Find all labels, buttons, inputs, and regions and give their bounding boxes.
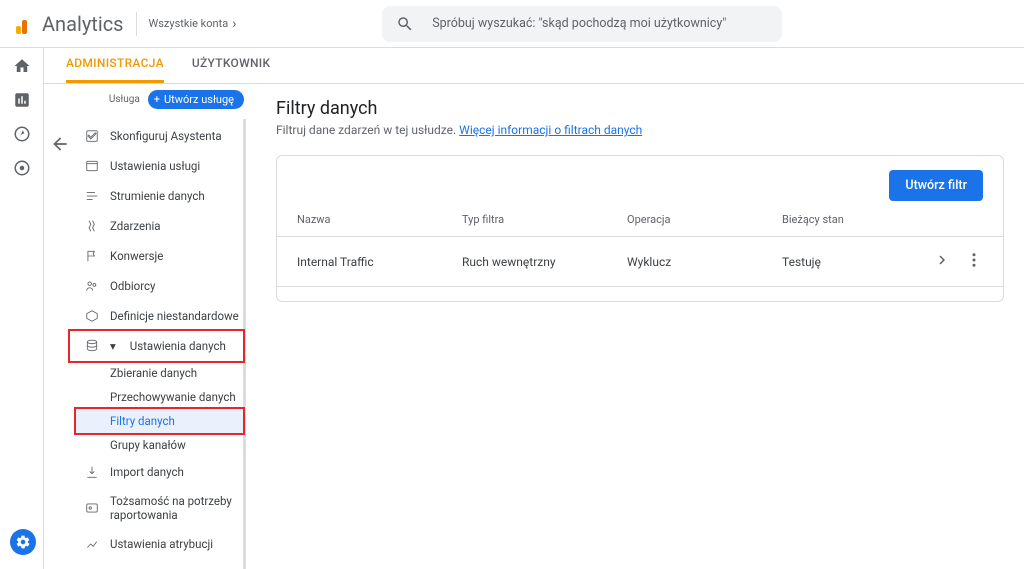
sidebar-item-reporting-identity[interactable]: Tożsamość na potrzeby raportowania	[76, 487, 243, 529]
search-placeholder: Spróbuj wyszukać: "skąd pochodzą moi uży…	[432, 16, 726, 31]
home-icon[interactable]	[12, 56, 32, 76]
col-name: Nazwa	[297, 213, 462, 226]
create-filter-button[interactable]: Utwórz filtr	[889, 170, 983, 201]
sidebar-sub-data-retention[interactable]: Przechowywanie danych	[76, 385, 243, 409]
main-area: ADMINISTRACJA UŻYTKOWNIK Usługa + Utwórz…	[44, 48, 1024, 569]
filters-card: Utwórz filtr Nazwa Typ filtra Operacja B…	[276, 155, 1004, 302]
cell-state: Testuję	[782, 255, 933, 269]
sidebar-item-custom-definitions[interactable]: Definicje niestandardowe	[76, 301, 243, 331]
admin-sidebar: Usługa + Utwórz usługę Skonfiguruj Asyst…	[76, 84, 246, 569]
explore-icon[interactable]	[12, 124, 32, 144]
page-subtitle: Filtruj dane zdarzeń w tej usłudze. Więc…	[276, 123, 1004, 137]
chevron-right-icon[interactable]	[933, 251, 951, 272]
logo: Analytics	[16, 12, 124, 36]
col-state: Bieżący stan	[782, 213, 983, 226]
events-icon	[84, 218, 100, 234]
content-area: Usługa + Utwórz usługę Skonfiguruj Asyst…	[44, 84, 1024, 569]
search-input[interactable]: Spróbuj wyszukać: "skąd pochodzą moi uży…	[382, 6, 782, 42]
caret-down-icon: ▾	[110, 339, 116, 353]
accounts-dropdown[interactable]: Wszystkie konta ›	[149, 16, 237, 32]
sidebar-item-attribution[interactable]: Ustawienia atrybucji	[76, 529, 243, 559]
check-icon	[84, 128, 100, 144]
sidebar-sub-data-filters[interactable]: Filtry danych	[76, 409, 243, 433]
app-header: Analytics Wszystkie konta › Spróbuj wysz…	[0, 0, 1024, 48]
import-icon	[84, 464, 100, 480]
gear-icon	[15, 534, 31, 550]
table-row[interactable]: Internal Traffic Ruch wewnętrzny Wyklucz…	[277, 237, 1003, 287]
plus-icon: +	[154, 93, 160, 106]
sidebar-item-data-streams[interactable]: Strumienie danych	[76, 181, 243, 211]
admin-tabs: ADMINISTRACJA UŻYTKOWNIK	[44, 48, 1024, 84]
chevron-right-icon: ›	[232, 16, 236, 32]
stream-icon	[84, 188, 100, 204]
sidebar-item-data-import[interactable]: Import danych	[76, 457, 243, 487]
analytics-logo-icon	[16, 14, 36, 34]
learn-more-link[interactable]: Więcej informacji o filtrach danych	[459, 123, 642, 137]
logo-text: Analytics	[42, 12, 124, 36]
people-icon	[84, 278, 100, 294]
divider	[136, 12, 137, 36]
admin-gear-button[interactable]	[10, 529, 36, 555]
data-filters-panel: Filtry danych Filtruj dane zdarzeń w tej…	[246, 84, 1024, 569]
accounts-label: Wszystkie konta	[149, 17, 229, 30]
more-vert-icon[interactable]	[965, 251, 983, 272]
search-icon	[396, 15, 414, 33]
advertising-icon[interactable]	[12, 158, 32, 178]
sidebar-item-assistant[interactable]: Skonfiguruj Asystenta	[76, 121, 243, 151]
property-label: Usługa	[109, 94, 140, 105]
identity-icon	[84, 500, 100, 516]
flag-icon	[84, 248, 100, 264]
sidebar-item-events[interactable]: Zdarzenia	[76, 211, 243, 241]
sidebar-item-conversions[interactable]: Konwersje	[76, 241, 243, 271]
back-arrow-icon[interactable]	[50, 134, 70, 154]
reports-icon[interactable]	[12, 90, 32, 110]
sidebar-item-property-settings[interactable]: Ustawienia usługi	[76, 151, 243, 181]
cell-type: Ruch wewnętrzny	[462, 255, 627, 269]
tab-admin[interactable]: ADMINISTRACJA	[66, 56, 164, 83]
nav-rail	[0, 48, 44, 569]
sidebar-item-audiences[interactable]: Odbiorcy	[76, 271, 243, 301]
attribution-icon	[84, 536, 100, 552]
page-title: Filtry danych	[276, 98, 1004, 119]
create-property-button[interactable]: + Utwórz usługę	[148, 90, 244, 109]
cell-name: Internal Traffic	[297, 255, 462, 269]
custom-icon	[84, 308, 100, 324]
cell-op: Wyklucz	[627, 255, 782, 269]
table-header: Nazwa Typ filtra Operacja Bieżący stan	[277, 213, 1003, 237]
col-type: Typ filtra	[462, 213, 627, 226]
sidebar-wrap: Usługa + Utwórz usługę Skonfiguruj Asyst…	[44, 84, 246, 569]
tab-user[interactable]: UŻYTKOWNIK	[192, 56, 271, 83]
create-property-label: Utwórz usługę	[164, 93, 234, 106]
col-op: Operacja	[627, 213, 782, 226]
database-icon	[84, 338, 100, 354]
settings-icon	[84, 158, 100, 174]
sidebar-sub-data-collection[interactable]: Zbieranie danych	[76, 361, 243, 385]
sidebar-sub-channel-groups[interactable]: Grupy kanałów	[76, 433, 243, 457]
sidebar-item-data-settings[interactable]: ▾Ustawienia danych	[70, 331, 243, 361]
